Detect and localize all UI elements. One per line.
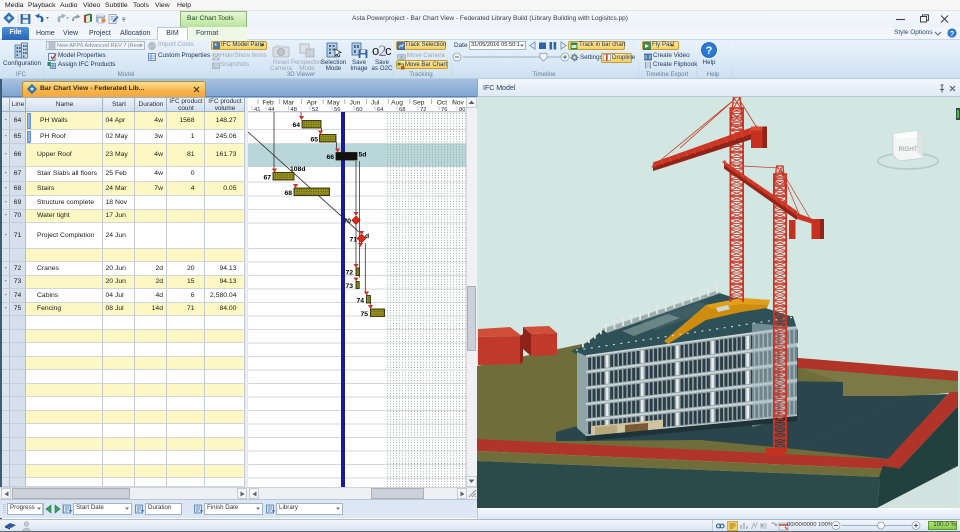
svg-text:75: 75 — [360, 311, 368, 318]
svg-text:c: c — [385, 43, 392, 58]
svg-text:Apr: Apr — [307, 100, 318, 107]
svg-text:5d: 5d — [359, 152, 367, 159]
svg-text:64: 64 — [292, 122, 300, 129]
svg-text:?: ? — [950, 29, 955, 38]
svg-text:Aug: Aug — [391, 100, 403, 107]
svg-text:Feb: Feb — [262, 100, 274, 107]
svg-text:67: 67 — [263, 175, 271, 182]
svg-text:Jun: Jun — [350, 100, 361, 107]
svg-text:65: 65 — [310, 137, 318, 144]
svg-text:71: 71 — [349, 237, 357, 244]
svg-text:74: 74 — [356, 298, 364, 305]
svg-text:May: May — [327, 100, 340, 107]
svg-text:d: d — [365, 233, 369, 240]
svg-text:72: 72 — [345, 270, 353, 277]
svg-text:Oct: Oct — [437, 100, 447, 107]
svg-text:Mar: Mar — [283, 100, 295, 107]
svg-text:Nov: Nov — [452, 100, 464, 107]
svg-text:Sep: Sep — [413, 100, 425, 107]
svg-text:68: 68 — [284, 190, 292, 197]
svg-text:70: 70 — [343, 218, 351, 225]
svg-text:RIGHT: RIGHT — [899, 147, 918, 153]
svg-text:?: ? — [706, 45, 713, 57]
svg-text:Jul: Jul — [371, 100, 380, 107]
svg-text:108d: 108d — [290, 166, 306, 173]
svg-text:66: 66 — [326, 154, 334, 161]
svg-text:73: 73 — [345, 283, 353, 290]
